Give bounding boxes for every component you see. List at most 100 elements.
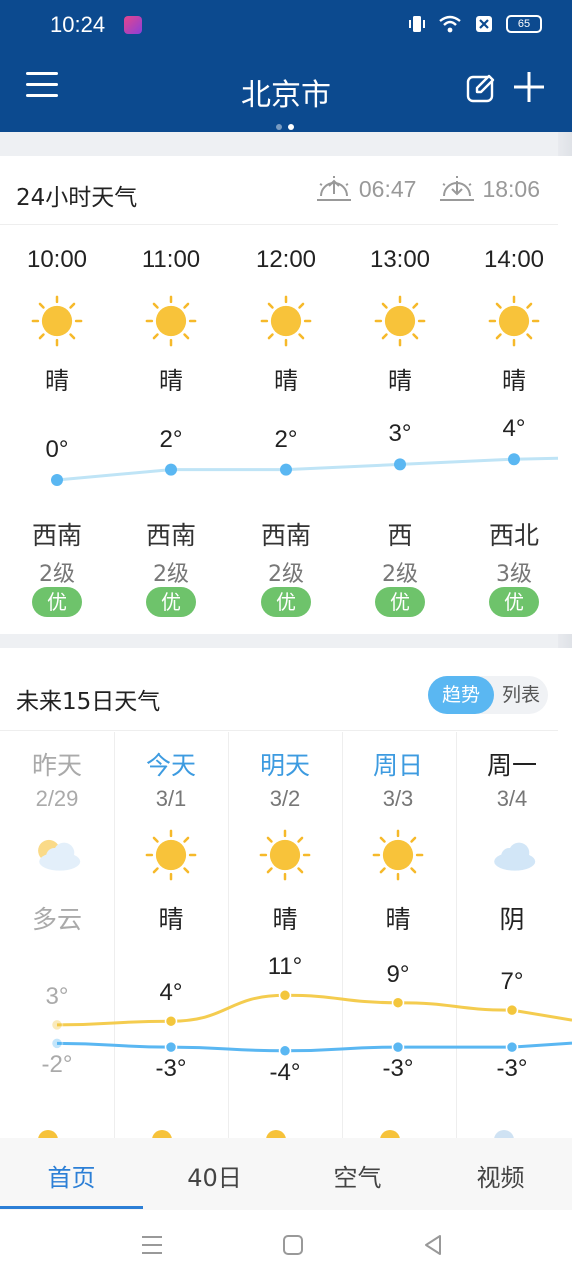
daily-low-point: [50, 1037, 64, 1050]
hourly-wind-direction: 西南: [260, 521, 311, 550]
night-icons-row: [38, 1130, 514, 1138]
edit-icon[interactable]: [465, 72, 497, 104]
aqi-badge[interactable]: 优: [229, 587, 343, 617]
tab-video[interactable]: 视频: [429, 1158, 572, 1193]
tab-40days[interactable]: 40日: [143, 1158, 286, 1193]
trend-view-toggle[interactable]: 趋势: [428, 676, 494, 714]
view-toggle[interactable]: 列表 趋势: [428, 676, 548, 714]
hourly-condition: 晴: [159, 367, 183, 395]
daily-day: 昨天: [31, 751, 82, 780]
sunrise-time: 06:47: [358, 175, 417, 202]
app-notification-icon: [124, 16, 142, 34]
daily-forecast-card: 未来15日天气 列表 趋势 昨天 2/29 多云 3° -2° 今天 3/1 晴…: [0, 648, 572, 1138]
aqi-badge[interactable]: 优: [114, 587, 228, 617]
hourly-temp-point: [280, 463, 292, 476]
hourly-wind-level: 2级: [153, 562, 189, 587]
daily-title: 未来15日天气: [16, 689, 161, 715]
hourly-wind-level: 2级: [268, 562, 304, 587]
daily-day: 今天: [145, 751, 196, 780]
home-nav-icon[interactable]: [282, 1234, 304, 1256]
aqi-badge[interactable]: 优: [0, 587, 114, 617]
sun-icon: [0, 294, 114, 352]
daily-day: 周一: [486, 751, 537, 780]
aqi-badge[interactable]: 优: [343, 587, 457, 617]
hourly-wind-direction: 西北: [488, 521, 539, 550]
daily-date: 2/29: [35, 786, 79, 811]
daily-day: 明天: [259, 751, 310, 780]
wifi-icon: [439, 15, 461, 33]
daily-condition: 晴: [272, 905, 298, 934]
vibrate-icon: [409, 16, 425, 32]
back-icon[interactable]: [422, 1234, 444, 1256]
sun-icon: [229, 294, 343, 352]
sun-icon: [457, 294, 571, 352]
daily-low-point: [505, 1040, 519, 1054]
status-bar: 10:24 65: [0, 0, 572, 52]
daily-condition: 多云: [31, 905, 82, 934]
tab-air[interactable]: 空气: [286, 1158, 429, 1193]
daily-date: 3/1: [155, 786, 187, 811]
hourly-condition: 晴: [502, 367, 526, 395]
status-time: 10:24: [50, 12, 106, 37]
hourly-temp-point: [51, 474, 63, 486]
daily-high-point: [164, 1014, 178, 1028]
hourly-forecast-card: 24小时天气 06:47 18:06 10:00 晴 0° 西南 2级 优 11…: [0, 156, 572, 634]
aqi-label: 优: [32, 587, 82, 617]
sun-icon: [228, 828, 342, 886]
daily-condition: 晴: [385, 905, 411, 934]
sun-icon: [114, 828, 228, 886]
no-sim-icon: [476, 16, 492, 32]
add-city-icon[interactable]: [512, 70, 546, 104]
list-view-toggle[interactable]: 列表: [488, 676, 554, 714]
hourly-temp-point: [508, 453, 520, 466]
daily-high-point: [391, 996, 405, 1009]
daily-high-point: [505, 1003, 519, 1017]
daily-low-point: [164, 1040, 178, 1054]
hourly-wind-level: 2级: [382, 562, 418, 587]
hourly-time: 14:00: [483, 246, 545, 273]
hourly-condition: 晴: [45, 367, 69, 395]
daily-date: 3/3: [382, 786, 414, 811]
recent-apps-icon[interactable]: [140, 1234, 164, 1256]
hourly-wind-direction: 西南: [31, 521, 82, 550]
hourly-time: 11:00: [141, 246, 201, 273]
tab-home[interactable]: 首页: [0, 1158, 143, 1193]
app-header: 北京市: [0, 52, 572, 132]
battery-indicator: 65: [506, 15, 542, 33]
hourly-condition: 晴: [274, 367, 298, 395]
hourly-wind-direction: 西: [387, 521, 413, 550]
daily-day: 周日: [372, 751, 423, 780]
sunrise-icon: [316, 176, 351, 201]
aqi-badge[interactable]: 优: [457, 587, 571, 617]
daily-temp-chart: [50, 989, 572, 1058]
aqi-label: 优: [375, 587, 425, 617]
hourly-title: 24小时天气: [16, 185, 138, 211]
daily-high-point: [278, 989, 292, 1002]
daily-low-point: [278, 1044, 292, 1058]
aqi-label: 优: [489, 587, 539, 617]
hourly-condition: 晴: [388, 367, 412, 395]
hourly-temp-point: [165, 463, 177, 476]
aqi-label: 优: [261, 587, 311, 617]
daily-high-point: [50, 1018, 64, 1032]
cloudy-icon: [455, 828, 569, 886]
hourly-temp-point: [394, 458, 406, 471]
daily-date: 3/4: [496, 786, 528, 811]
hourly-time: 13:00: [369, 246, 431, 273]
hourly-wind-level: 3级: [496, 562, 532, 587]
hourly-time: 10:00: [26, 246, 88, 273]
sun-icon: [343, 294, 457, 352]
sunset-time: 18:06: [482, 175, 540, 202]
daily-condition: 阴: [499, 905, 525, 934]
hourly-wind-direction: 西南: [145, 521, 196, 550]
active-tab-indicator: [0, 1206, 143, 1209]
bottom-tab-bar: 首页 40日 空气 视频: [0, 1138, 572, 1210]
system-nav-bar: [0, 1210, 572, 1280]
partly-cloudy-icon: [0, 828, 114, 886]
page-indicator: [276, 124, 294, 130]
hourly-time: 12:00: [255, 246, 317, 273]
hourly-temp-chart: [51, 453, 558, 486]
daily-low-point: [391, 1040, 405, 1054]
hourly-wind-level: 2级: [39, 562, 75, 587]
aqi-label: 优: [146, 587, 196, 617]
